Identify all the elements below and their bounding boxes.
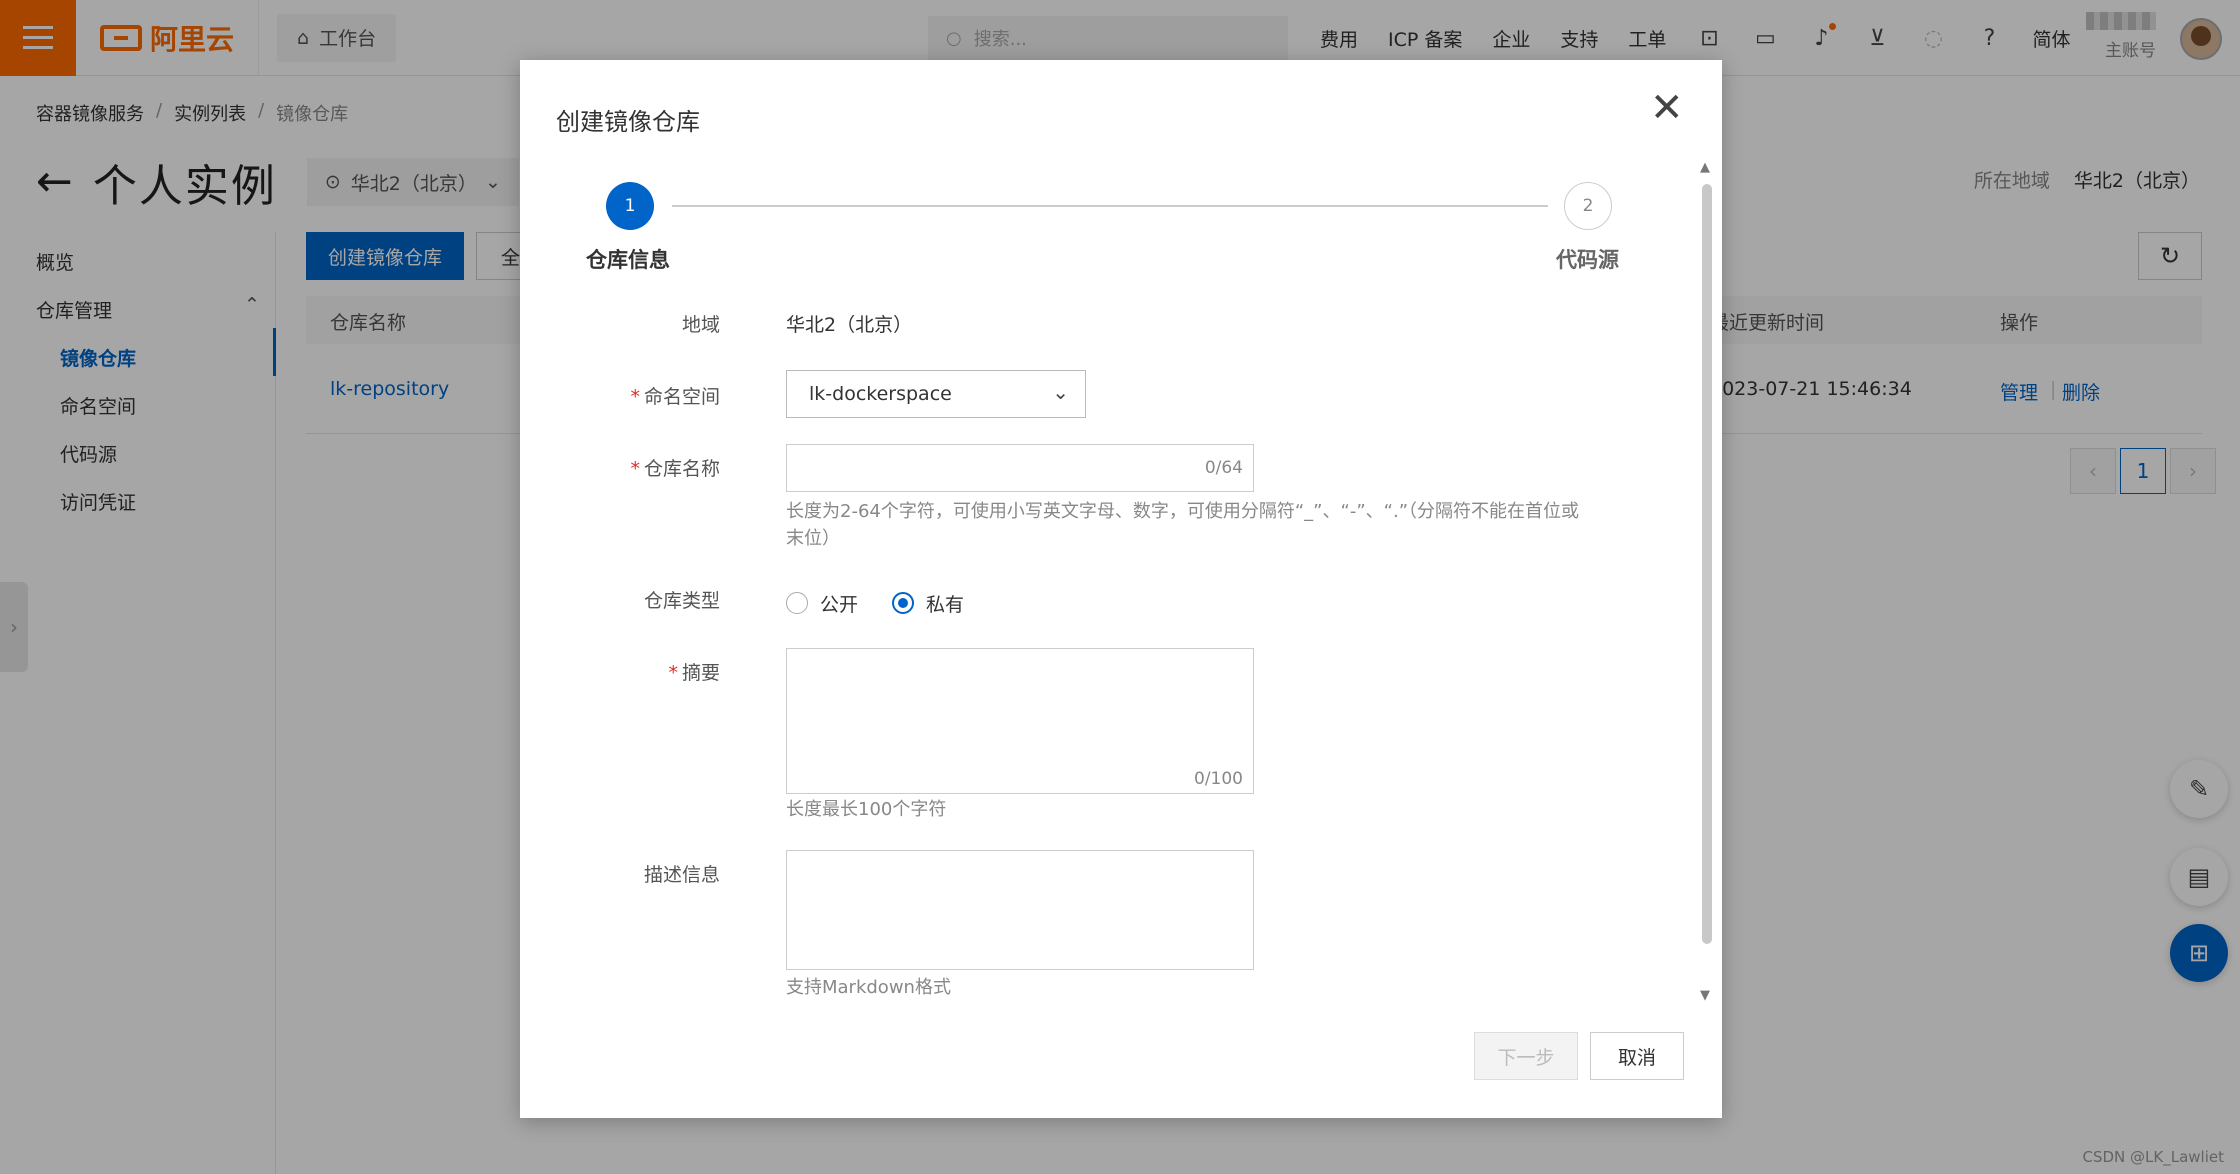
step-1-label: 仓库信息 (586, 248, 670, 272)
step-connector (672, 205, 1548, 207)
radio-public[interactable] (786, 592, 808, 614)
region-field-label: 地域 (520, 310, 720, 337)
scroll-down-arrow-icon[interactable]: ▼ (1700, 988, 1710, 1003)
required-mark: * (630, 386, 640, 408)
description-field-label: 描述信息 (520, 860, 720, 887)
namespace-label-text: 命名空间 (643, 386, 720, 408)
step-1-indicator: 1 (606, 182, 654, 230)
dialog-title: 创建镜像仓库 (556, 108, 700, 136)
description-hint: 支持Markdown格式 (786, 977, 951, 998)
repo-name-input[interactable]: 0/64 (786, 444, 1254, 492)
radio-private-label[interactable]: 私有 (926, 590, 964, 617)
repo-name-field-label: * 仓库名称 (520, 454, 720, 481)
namespace-select[interactable]: lk-dockerspace ⌄ (786, 370, 1086, 418)
namespace-field-label: * 命名空间 (520, 382, 720, 409)
dialog-scrollbar[interactable] (1702, 184, 1712, 944)
region-label-text: 地域 (681, 314, 720, 336)
summary-field-label: * 摘要 (520, 658, 720, 685)
description-label-text: 描述信息 (643, 864, 720, 886)
repo-name-hint: 长度为2-64个字符，可使用小写英文字母、数字，可使用分隔符“_”、“-”、“.… (786, 501, 1580, 549)
region-field-value: 华北2（北京） (786, 314, 913, 336)
chevron-down-icon: ⌄ (1052, 380, 1069, 404)
create-repo-dialog: 创建镜像仓库 ✕ 1 2 仓库信息 代码源 地域 华北2（北京） * 命名空间 l… (520, 60, 1722, 1118)
cancel-button[interactable]: 取消 (1590, 1032, 1684, 1080)
required-mark: * (630, 458, 640, 480)
summary-hint: 长度最长100个字符 (786, 799, 947, 820)
summary-textarea[interactable]: 0/100 (786, 648, 1254, 794)
radio-public-label[interactable]: 公开 (820, 590, 858, 617)
summary-counter: 0/100 (1194, 769, 1243, 789)
required-mark: * (668, 662, 678, 684)
repo-name-label-text: 仓库名称 (643, 458, 720, 480)
description-textarea[interactable] (786, 850, 1254, 970)
step-2-indicator: 2 (1564, 182, 1612, 230)
namespace-select-value: lk-dockerspace (809, 383, 952, 405)
repo-name-counter: 0/64 (1204, 458, 1243, 478)
radio-private[interactable] (892, 592, 914, 614)
close-icon[interactable]: ✕ (1650, 88, 1684, 128)
repo-type-field-label: 仓库类型 (520, 586, 720, 613)
scroll-up-arrow-icon[interactable]: ▲ (1700, 160, 1710, 175)
step-2-label: 代码源 (1556, 248, 1619, 272)
repo-type-label-text: 仓库类型 (643, 590, 720, 612)
summary-label-text: 摘要 (681, 662, 720, 684)
next-step-button[interactable]: 下一步 (1474, 1032, 1578, 1080)
